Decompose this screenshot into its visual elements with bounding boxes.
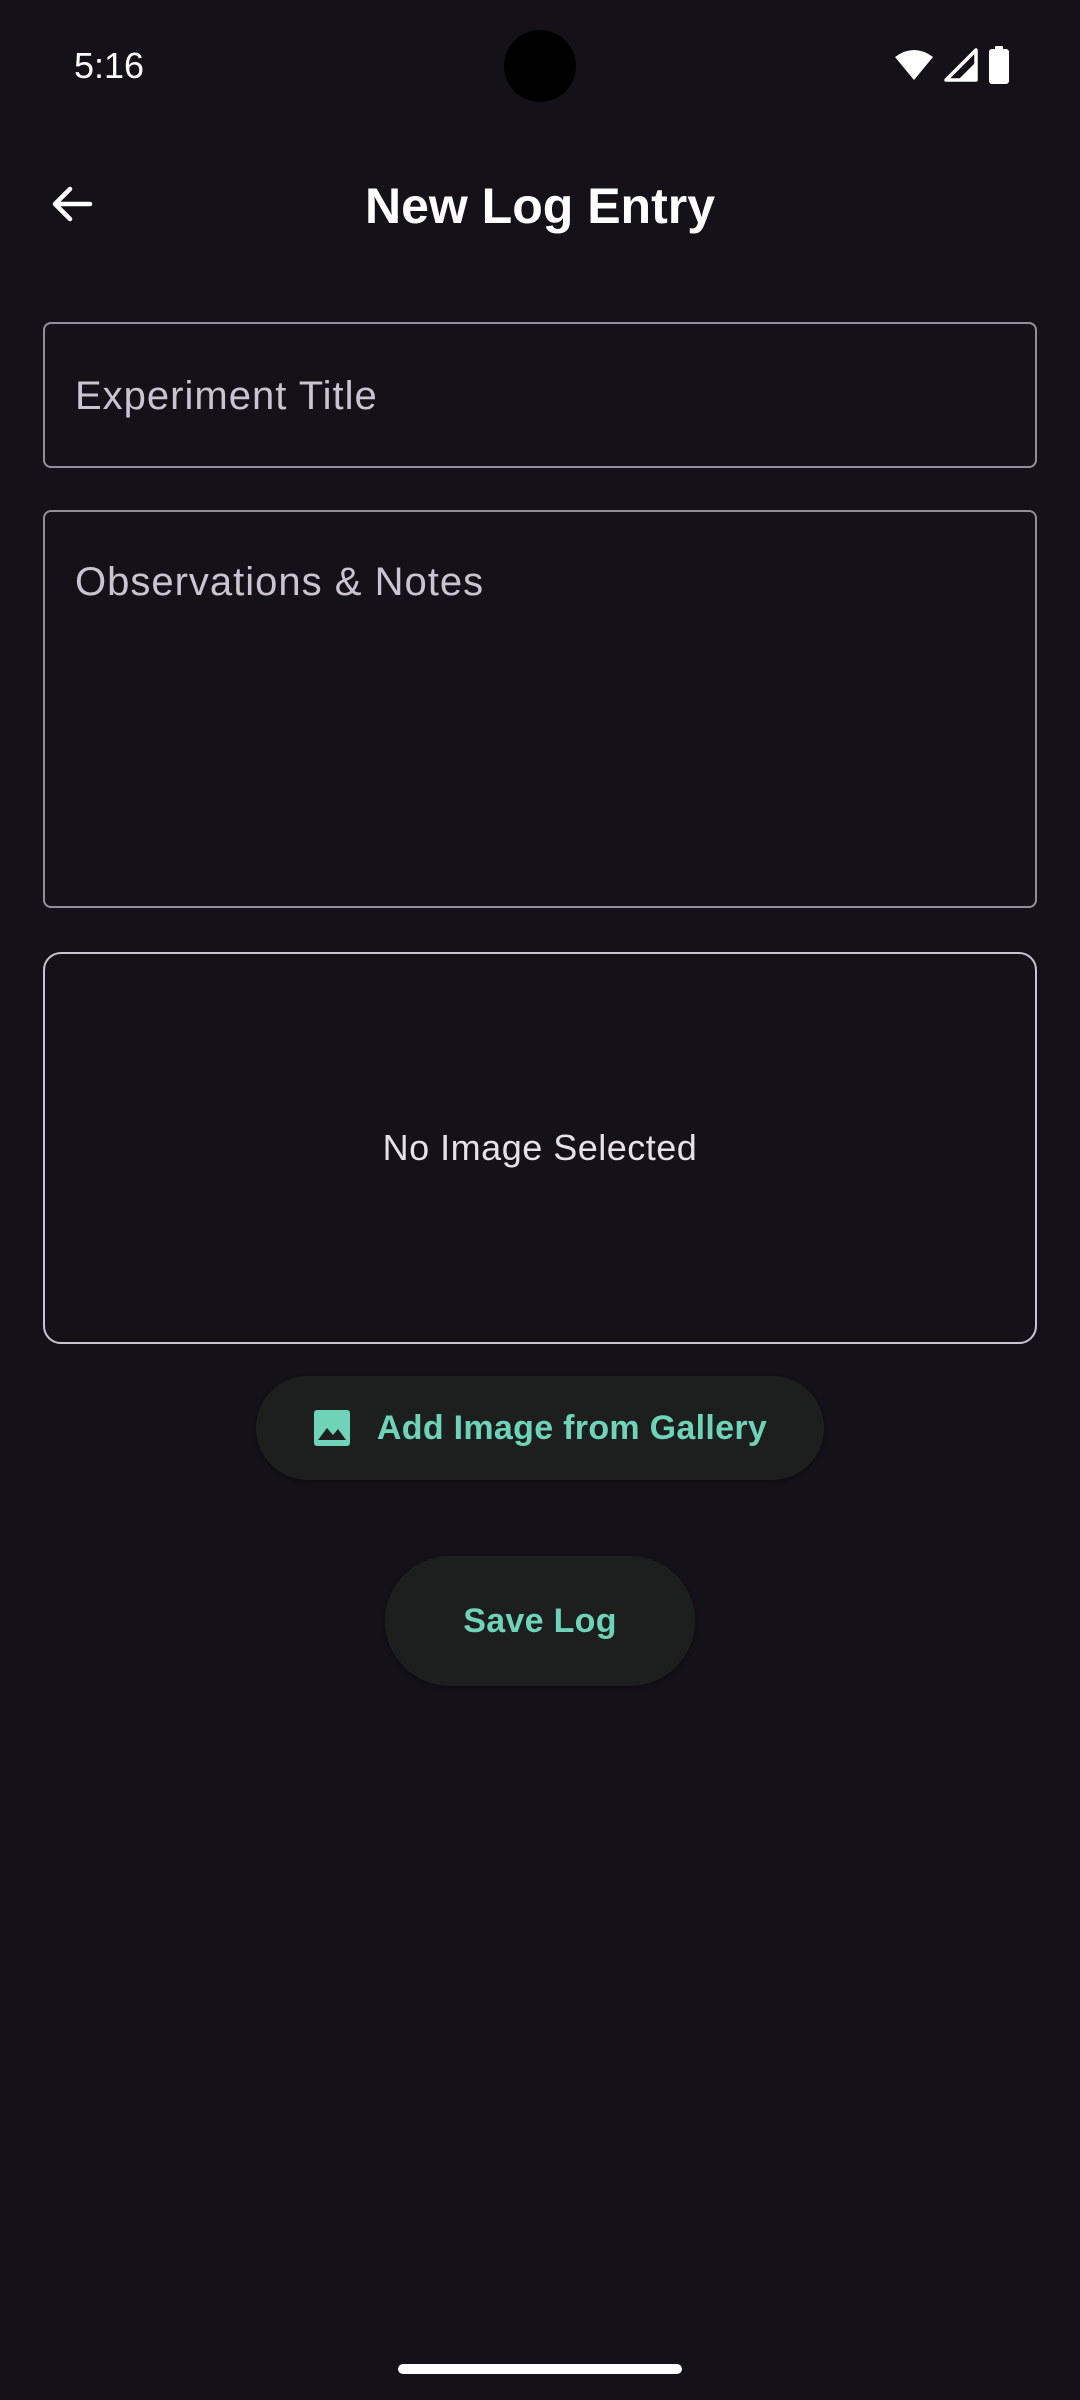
image-icon — [313, 1409, 351, 1447]
observations-notes-field[interactable] — [43, 510, 1037, 908]
add-image-button-label: Add Image from Gallery — [376, 1408, 768, 1447]
wifi-icon — [894, 49, 934, 81]
home-indicator[interactable] — [398, 2364, 682, 2374]
page-title: New Log Entry — [364, 178, 716, 234]
battery-icon — [988, 46, 1010, 84]
save-log-button[interactable]: Save Log — [385, 1556, 695, 1686]
image-preview-empty-text: No Image Selected — [382, 1127, 698, 1168]
experiment-title-field[interactable] — [43, 322, 1037, 468]
cell-signal-icon — [944, 48, 978, 82]
top-app-bar: New Log Entry — [0, 150, 1080, 262]
save-log-button-label: Save Log — [463, 1601, 617, 1640]
image-preview: No Image Selected — [43, 952, 1037, 1344]
status-bar: 5:16 — [0, 0, 1080, 130]
status-icons — [894, 46, 1010, 84]
status-time: 5:16 — [74, 45, 145, 86]
observations-notes-input[interactable] — [75, 560, 1005, 876]
experiment-title-input[interactable] — [75, 366, 1005, 426]
camera-cutout — [504, 30, 576, 102]
add-image-from-gallery-button[interactable]: Add Image from Gallery — [256, 1376, 824, 1480]
